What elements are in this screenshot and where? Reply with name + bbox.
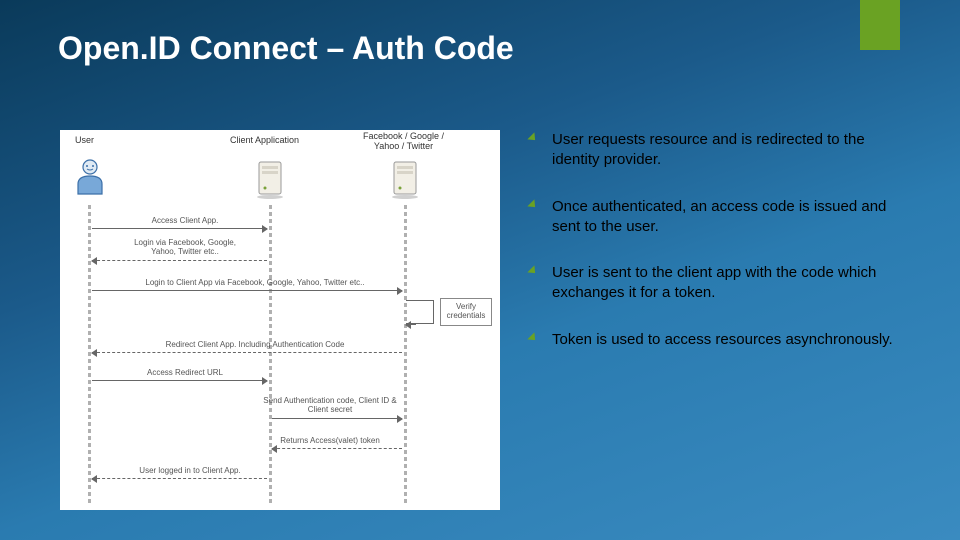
- msg-1: Access Client App.: [120, 216, 250, 225]
- slide-title: Open.ID Connect – Auth Code: [58, 30, 514, 67]
- msg-7: Returns Access(valet) token: [260, 436, 400, 445]
- arrow-4: [92, 352, 402, 353]
- server-icon-client: [255, 158, 285, 202]
- msg-8: User logged in to Client App.: [110, 466, 270, 475]
- arrow-3: [92, 290, 402, 291]
- lane-idp-label: Facebook / Google / Yahoo / Twitter: [363, 132, 444, 152]
- msg-2: Login via Facebook, Google, Yahoo, Twitt…: [100, 238, 270, 256]
- arrow-8: [92, 478, 267, 479]
- sequence-diagram: User Client Application Facebook / Googl…: [60, 130, 500, 510]
- msg-4: Redirect Client App. Including Authentic…: [110, 340, 400, 349]
- arrow-1: [92, 228, 267, 229]
- bullet-3: User is sent to the client app with the …: [530, 263, 900, 304]
- bullet-1: User requests resource and is redirected…: [530, 130, 900, 171]
- content-area: User Client Application Facebook / Googl…: [60, 130, 900, 510]
- msg-6: Send Authentication code, Client ID & Cl…: [235, 396, 425, 414]
- arrow-2: [92, 260, 267, 261]
- msg-5: Access Redirect URL: [120, 368, 250, 377]
- lane-client-label: Client Application: [230, 136, 299, 146]
- msg-3: Login to Client App via Facebook, Google…: [110, 278, 400, 287]
- bullet-list: User requests resource and is redirected…: [530, 130, 900, 510]
- lane-user-label: User: [75, 136, 94, 146]
- arrow-self: [406, 324, 416, 325]
- user-icon: [72, 158, 108, 198]
- bullet-4: Token is used to access resources asynch…: [530, 330, 900, 350]
- verify-box: Verify credentials: [440, 298, 492, 326]
- arrow-5: [92, 380, 267, 381]
- arrow-6: [272, 418, 402, 419]
- server-icon-idp: [390, 158, 420, 202]
- accent-tab: [860, 0, 900, 50]
- lifeline-idp: [404, 205, 407, 504]
- arrow-7: [272, 448, 402, 449]
- bullet-2: Once authenticated, an access code is is…: [530, 197, 900, 238]
